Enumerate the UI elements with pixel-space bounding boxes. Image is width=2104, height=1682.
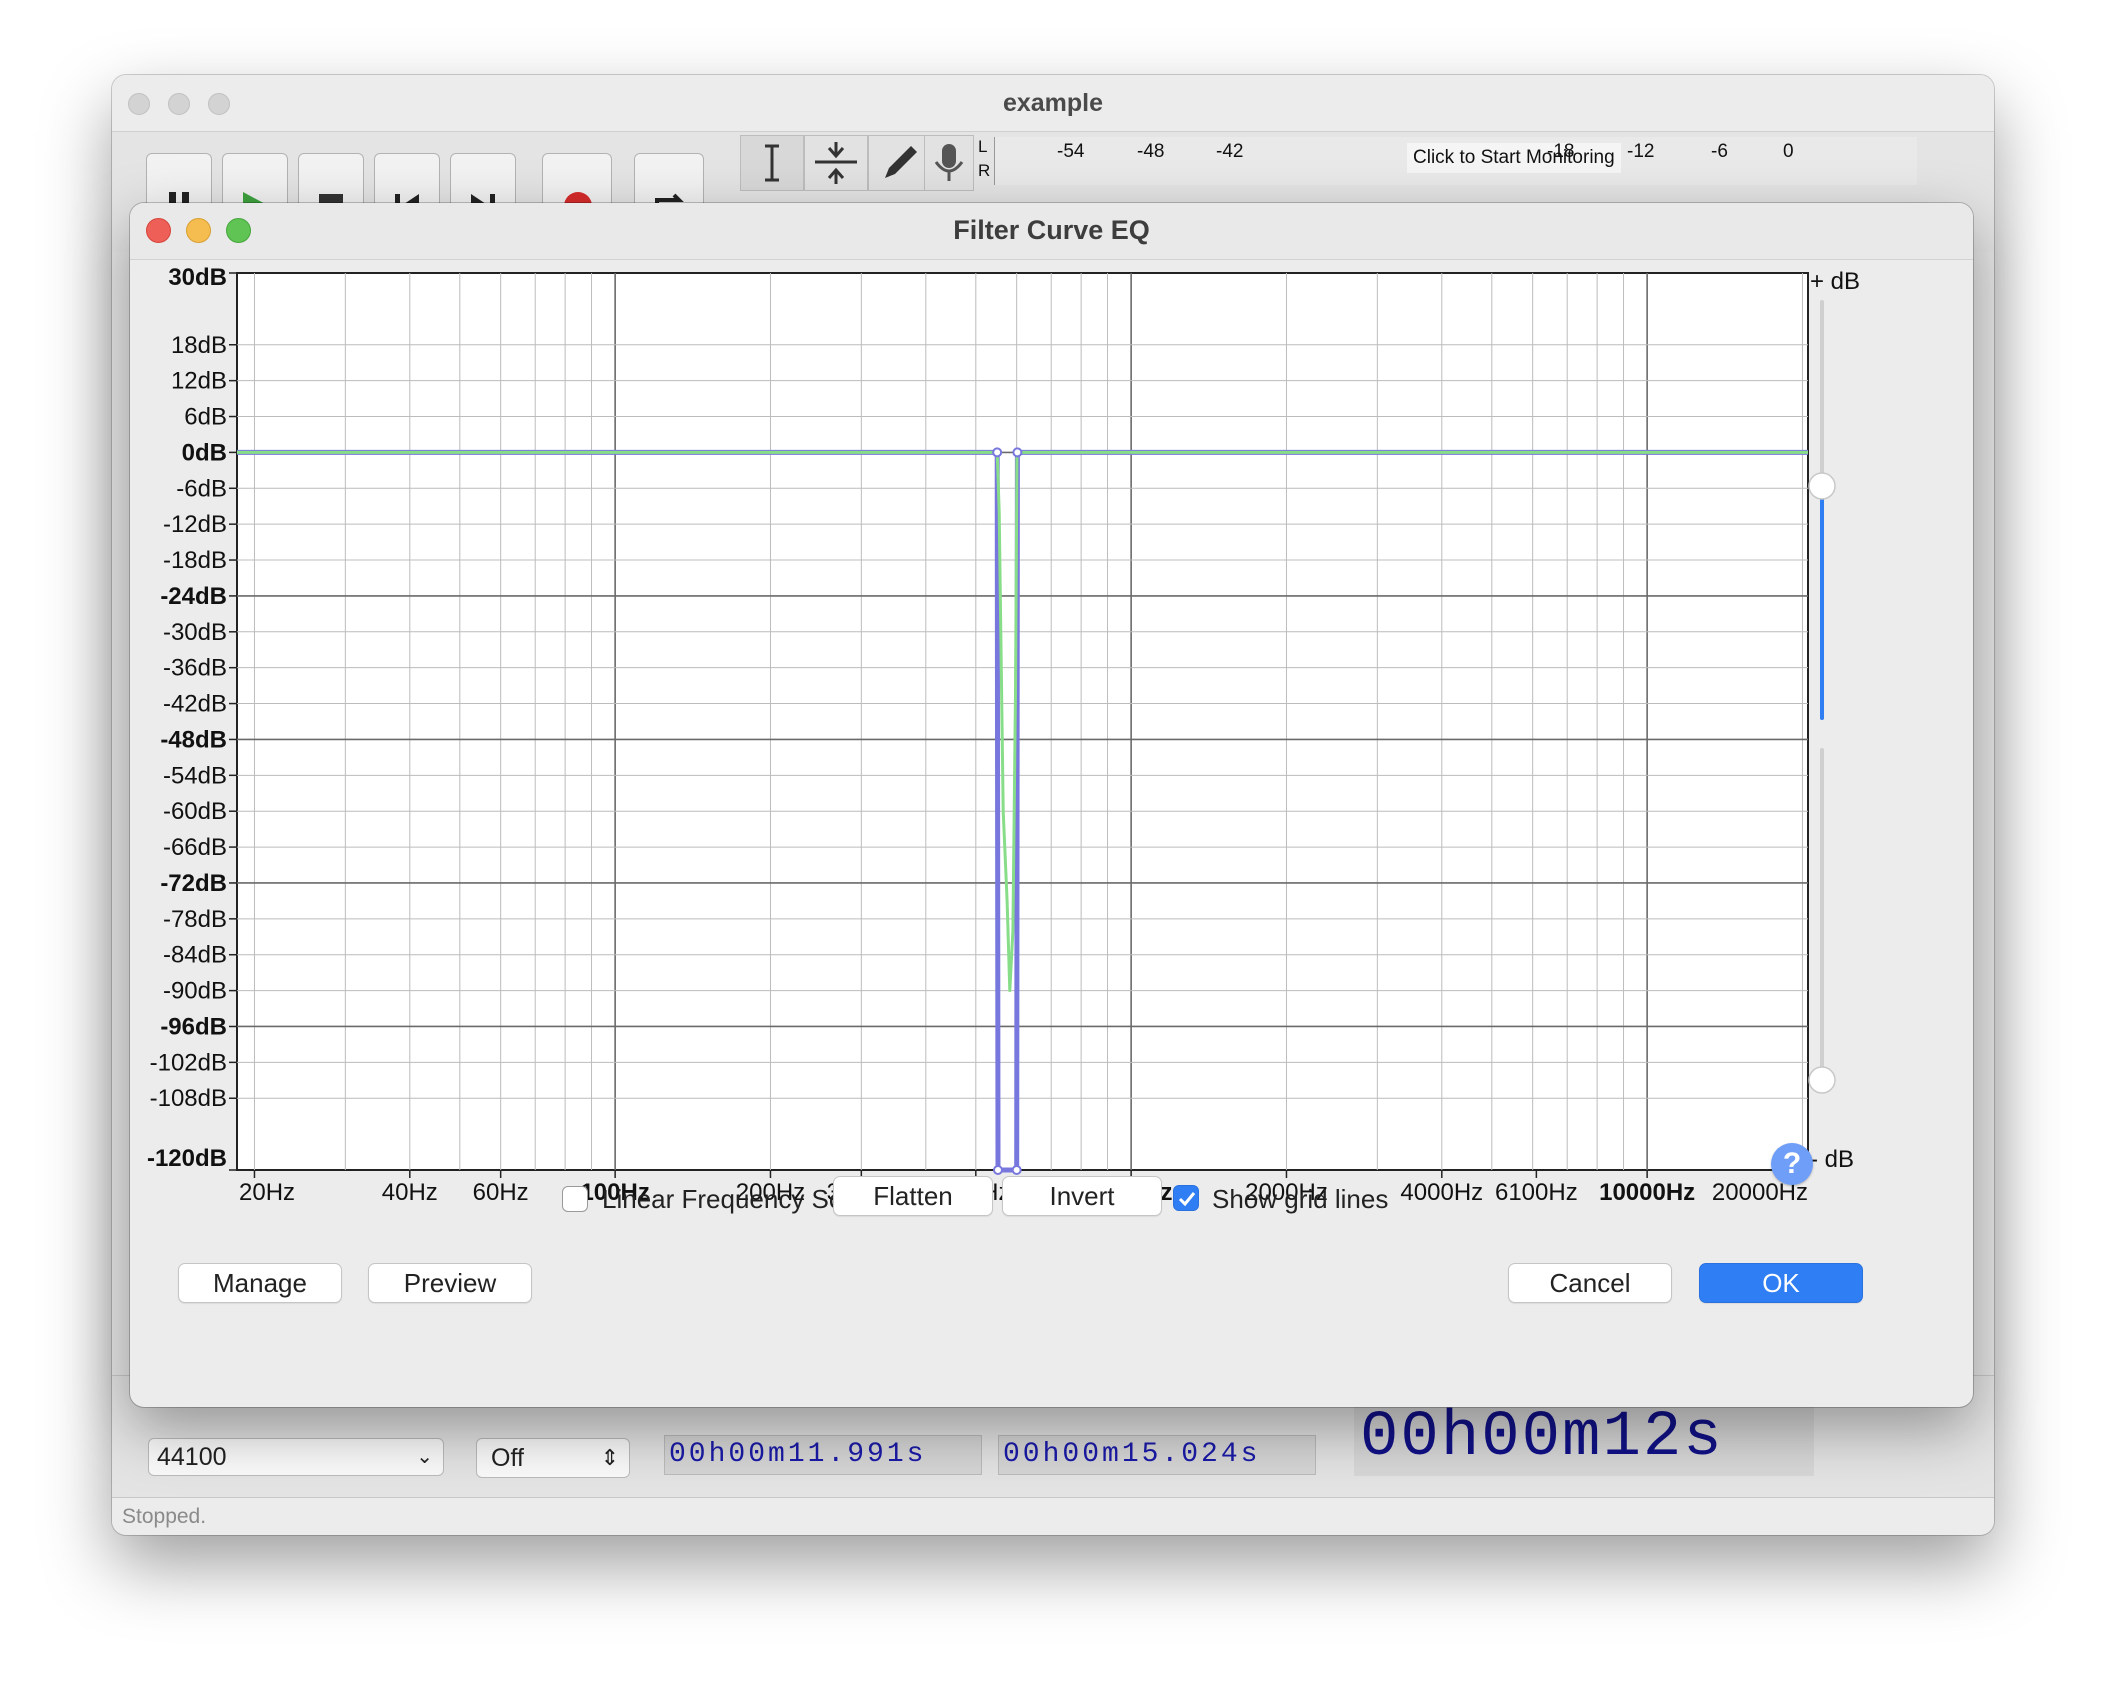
y-tick-label: -36dB [163,655,227,682]
pencil-icon [885,146,917,178]
meter-left-label: L [978,137,988,156]
record-meter-button[interactable] [924,135,974,191]
preview-button[interactable]: Preview [368,1263,532,1303]
dialog-body: 30dB 18dB 12dB 6dB 0dB -6dB -12dB -18dB -24dB -30… [130,259,1973,1407]
y-tick-label: -18dB [163,547,227,574]
meter-tick: -42 [1216,141,1244,162]
chevron-down-icon: ⌄ [416,1446,433,1468]
control-point[interactable] [992,447,1003,458]
up-down-chevron-icon: ⇕ [600,1445,619,1470]
audio-position-time[interactable]: 00h00m12s [1354,1400,1814,1476]
y-tick-label: -78dB [163,906,227,933]
x-tick-label: 60Hz [473,1179,529,1206]
y-tick-label: -96dB [160,1013,227,1040]
db-plus-label: + dB [1810,268,1860,295]
y-tick-label: -120dB [147,1145,227,1172]
help-button[interactable]: ? [1771,1143,1813,1185]
y-tick-label: -48dB [160,726,227,753]
control-point[interactable] [1011,1165,1022,1175]
invert-button[interactable]: Invert [1002,1176,1162,1216]
show-grid-label: Show grid lines [1212,1184,1389,1214]
x-tick-label: 10000Hz [1599,1179,1695,1206]
selection-end-time[interactable]: 00h00m15.024s [998,1435,1316,1475]
upper-slider-thumb[interactable] [1808,472,1836,500]
gain-sliders[interactable] [1808,300,1836,1094]
recording-meter[interactable]: -54 -48 -42 Click to Start Monitoring -1… [994,137,1917,185]
plot-area[interactable] [236,272,1809,1171]
project-rate-value: 44100 [157,1443,227,1471]
x-tick-label: 20Hz [239,1179,295,1206]
y-tick-label: -24dB [160,583,227,610]
y-tick-label: -42dB [163,691,227,718]
y-tick-label: 12dB [171,368,227,395]
status-bar: Stopped. [112,1497,1994,1535]
y-tick-label: -60dB [163,798,227,825]
filter-curve-eq-dialog: Filter Curve EQ 30dB 18dB 12dB 6dB 0dB -6dB -1… [130,203,1973,1407]
meter-channel-labels: L R [978,135,990,183]
flatten-button[interactable]: Flatten [833,1176,993,1216]
selection-start-time[interactable]: 00h00m11.991s [664,1435,982,1475]
y-tick-label: -30dB [163,619,227,646]
microphone-icon [934,144,964,181]
y-tick-label: -54dB [163,762,227,789]
y-tick-label: -90dB [163,978,227,1005]
meter-tick: -6 [1711,141,1728,162]
y-tick-label: 0dB [182,439,227,466]
i-beam-icon [765,144,779,182]
x-tick-label: 6100Hz [1495,1179,1578,1206]
meter-tick: 0 [1783,141,1794,162]
y-tick-label: -66dB [163,834,227,861]
show-grid-checkbox[interactable] [1173,1185,1199,1211]
lower-slider-thumb[interactable] [1808,1066,1836,1094]
project-rate-select[interactable]: 44100 ⌄ [148,1438,444,1476]
ok-button[interactable]: OK [1699,1263,1863,1303]
db-minus-label: - dB [1810,1146,1854,1173]
start-monitoring-button[interactable]: Click to Start Monitoring [1407,143,1621,173]
cancel-button[interactable]: Cancel [1508,1263,1672,1303]
linear-scale-checkbox[interactable] [562,1186,588,1212]
meter-tick: -12 [1627,141,1655,162]
selection-tool-button[interactable] [740,135,804,191]
eq-graph[interactable]: 30dB 18dB 12dB 6dB 0dB -6dB -12dB -18dB -24dB -30… [130,260,1973,1220]
y-axis: 30dB 18dB 12dB 6dB 0dB -6dB -12dB -18dB -24dB -30… [147,264,237,1172]
snap-value: Off [491,1444,524,1472]
control-point[interactable] [1012,447,1023,458]
meter-tick: -18 [1547,141,1575,162]
envelope-icon [815,142,857,184]
envelope-tool-button[interactable] [804,135,868,191]
window-title: example [1002,89,1104,117]
x-tick-label: 40Hz [382,1179,438,1206]
dialog-title: Filter Curve EQ [953,215,1150,245]
snap-to-select[interactable]: Off ⇕ [476,1438,630,1478]
checkmark-icon [1178,1192,1196,1207]
x-tick-label: 4000Hz [1400,1179,1483,1206]
meter-right-label: R [978,161,991,180]
y-tick-label: 30dB [168,264,227,291]
y-tick-label: -6dB [176,475,227,502]
main-titlebar: example [112,75,1994,132]
meter-tick: -48 [1137,141,1165,162]
y-tick-label: -84dB [163,942,227,969]
y-tick-label: -12dB [163,511,227,538]
y-tick-label: -72dB [160,870,227,897]
y-tick-label: 18dB [171,332,227,359]
y-tick-label: -102dB [150,1049,227,1076]
draw-tool-button[interactable] [868,135,932,191]
y-tick-label: -108dB [150,1085,227,1112]
y-tick-label: 6dB [184,404,227,431]
meter-tick: -54 [1057,141,1085,162]
control-point[interactable] [992,1165,1003,1175]
manage-button[interactable]: Manage [178,1263,342,1303]
dialog-titlebar: Filter Curve EQ [130,203,1973,259]
